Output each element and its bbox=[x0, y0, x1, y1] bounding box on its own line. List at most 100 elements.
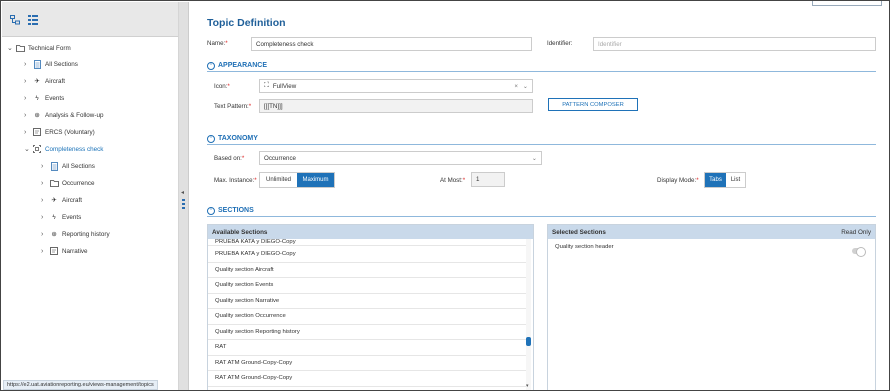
chevron-down-icon[interactable]: ⌄ bbox=[532, 155, 537, 162]
list-view-icon[interactable] bbox=[28, 15, 38, 25]
drag-handle-icon[interactable] bbox=[182, 199, 185, 211]
tree-node-technical-form[interactable]: ⌄ Technical Form bbox=[7, 41, 71, 55]
folder-icon bbox=[49, 178, 59, 188]
list-item[interactable]: Quality section Narrative bbox=[208, 294, 528, 309]
name-field[interactable]: Completeness check bbox=[251, 37, 532, 51]
list-item[interactable]: Quality section Occurrence bbox=[208, 309, 528, 325]
collapse-icon[interactable]: ⌃ bbox=[207, 61, 215, 70]
available-sections-panel: Available Sections PRUEBA KATA y DIEGO-C… bbox=[207, 224, 534, 390]
tree-node-analysis-follow-up[interactable]: › ⊛ Analysis & Follow-up bbox=[24, 108, 103, 122]
list-item[interactable]: PRUEBA KATA y DIEGO-Copy bbox=[208, 247, 528, 263]
section-title: SECTIONS bbox=[218, 207, 254, 214]
tree-node-events[interactable]: › ϟ Events bbox=[24, 91, 64, 105]
read-only-label: Read Only bbox=[841, 228, 871, 236]
collapse-icon[interactable]: ⌃ bbox=[207, 206, 215, 215]
tree-node-reporting-history[interactable]: › ⊛ Reporting history bbox=[41, 227, 110, 241]
selected-list-item[interactable]: Quality section header bbox=[548, 239, 875, 255]
panel-splitter[interactable]: ◂ bbox=[179, 2, 189, 390]
chevron-right-icon[interactable]: › bbox=[24, 61, 32, 68]
chevron-right-icon[interactable]: › bbox=[41, 180, 49, 187]
chevron-right-icon[interactable]: › bbox=[24, 112, 32, 119]
list-item[interactable]: RAT bbox=[208, 340, 528, 356]
at-most-field[interactable]: 1 bbox=[471, 172, 505, 187]
chevron-right-icon[interactable]: › bbox=[41, 214, 49, 221]
airplane-icon: ✈ bbox=[51, 196, 57, 204]
list-item[interactable]: PRUEBA KATA y DIEGO-Copy bbox=[208, 237, 528, 246]
maximum-option[interactable]: Maximum bbox=[297, 173, 334, 187]
tree-node-aircraft[interactable]: › ✈ Aircraft bbox=[24, 74, 65, 88]
max-instance-toggle: Unlimited Maximum bbox=[259, 172, 335, 188]
identifier-field[interactable]: Identifier bbox=[593, 37, 876, 51]
tree-node-occurrence[interactable]: › Occurrence bbox=[41, 176, 95, 190]
chevron-right-icon[interactable]: › bbox=[24, 78, 32, 85]
tree-node-events-child[interactable]: › ϟ Events bbox=[41, 210, 81, 224]
chevron-down-icon[interactable]: ⌄ bbox=[7, 44, 15, 52]
based-on-label: Based on:* bbox=[214, 155, 245, 162]
unlimited-option[interactable]: Unlimited bbox=[260, 173, 297, 187]
topic-definition-panel: Topic Definition Name:* Completeness che… bbox=[190, 1, 889, 390]
form-icon bbox=[32, 127, 42, 137]
list-option[interactable]: List bbox=[726, 173, 745, 187]
app-window: ⌄ Technical Form › All Sections › ✈ Airc… bbox=[0, 0, 890, 391]
tabs-option[interactable]: Tabs bbox=[705, 173, 726, 187]
tree-node-narrative[interactable]: › Narrative bbox=[41, 244, 88, 258]
icon-select[interactable]: ⛶ FullView × ⌄ bbox=[259, 79, 533, 93]
selected-sections-panel: Selected Sections Read Only Quality sect… bbox=[547, 224, 876, 390]
display-mode-toggle: Tabs List bbox=[704, 172, 746, 188]
scrollbar-thumb[interactable] bbox=[526, 337, 531, 346]
scrollbar[interactable]: ▾ bbox=[526, 239, 531, 390]
chevron-right-icon[interactable]: › bbox=[24, 129, 32, 136]
taxonomy-section-header[interactable]: ⌃ TAXONOMY bbox=[207, 133, 876, 145]
top-button-edge[interactable] bbox=[812, 1, 882, 6]
chevron-right-icon[interactable]: › bbox=[41, 248, 49, 255]
at-most-label: At Most:* bbox=[440, 177, 466, 184]
sidebar: ⌄ Technical Form › All Sections › ✈ Airc… bbox=[2, 2, 179, 390]
chevron-right-icon[interactable]: › bbox=[41, 231, 49, 238]
max-instance-label: Max. Instance:* bbox=[214, 177, 257, 184]
chevron-right-icon[interactable]: › bbox=[41, 163, 49, 170]
tree-node-all-sections[interactable]: › All Sections bbox=[24, 57, 78, 71]
tree-node-all-sections-child[interactable]: › All Sections bbox=[41, 159, 95, 173]
list-icon bbox=[49, 161, 59, 171]
tree-node-label: Reporting history bbox=[62, 230, 110, 238]
tree-node-label: Analysis & Follow-up bbox=[45, 111, 104, 119]
chevron-right-icon[interactable]: › bbox=[41, 197, 49, 204]
sections-section-header[interactable]: ⌃ SECTIONS bbox=[207, 205, 876, 217]
list-icon bbox=[32, 59, 42, 69]
fullview-icon: ⛶ bbox=[264, 82, 269, 89]
based-on-select[interactable]: Occurrence ⌄ bbox=[259, 151, 542, 165]
collapse-icon[interactable]: ⌃ bbox=[207, 134, 215, 143]
collapse-arrow-icon[interactable]: ◂ bbox=[181, 189, 184, 196]
page-title: Topic Definition bbox=[207, 17, 286, 29]
chevron-right-icon[interactable]: › bbox=[24, 95, 32, 102]
based-on-value: Occurrence bbox=[264, 154, 296, 162]
tree-node-label: ERCS (Voluntary) bbox=[45, 128, 95, 136]
clear-icon[interactable]: × bbox=[514, 83, 518, 90]
tree-node-label: Events bbox=[62, 213, 82, 221]
section-title: APPEARANCE bbox=[218, 62, 268, 69]
tree-node-label: Completeness check bbox=[45, 145, 104, 153]
list-item[interactable]: Quality section Reporting history bbox=[208, 325, 528, 340]
tree-node-completeness-check[interactable]: ⌄ Completeness check bbox=[24, 142, 103, 156]
scroll-down-arrow-icon[interactable]: ▾ bbox=[526, 383, 529, 389]
airplane-icon: ✈ bbox=[34, 77, 40, 85]
tree-view-icon[interactable] bbox=[10, 15, 20, 25]
read-only-toggle[interactable] bbox=[852, 247, 866, 257]
tree-node-ercs-voluntary[interactable]: › ERCS (Voluntary) bbox=[24, 125, 95, 139]
chevron-down-icon[interactable]: ⌄ bbox=[523, 83, 528, 90]
tree-node-label: Aircraft bbox=[62, 196, 82, 204]
target-icon: ⊛ bbox=[34, 111, 40, 119]
list-item[interactable]: Quality section Events bbox=[208, 278, 528, 294]
pattern-composer-button[interactable]: PATTERN COMPOSER bbox=[548, 98, 638, 111]
appearance-section-header[interactable]: ⌃ APPEARANCE bbox=[207, 60, 876, 72]
display-mode-label: Display Mode:* bbox=[657, 177, 699, 184]
selected-sections-header: Selected Sections Read Only bbox=[548, 225, 875, 239]
text-pattern-field[interactable]: [[[TN]]] bbox=[259, 99, 533, 113]
tree-node-aircraft-child[interactable]: › ✈ Aircraft bbox=[41, 193, 82, 207]
name-label: Name:* bbox=[207, 40, 228, 47]
list-item[interactable]: RAT ATM Ground-Copy-Copy bbox=[208, 371, 528, 387]
list-item[interactable]: RAT ATM Ground-Copy-Copy bbox=[208, 356, 528, 371]
tree-node-label: Aircraft bbox=[45, 77, 65, 85]
chevron-down-icon[interactable]: ⌄ bbox=[24, 145, 32, 153]
list-item[interactable]: Quality section Aircraft bbox=[208, 263, 528, 278]
